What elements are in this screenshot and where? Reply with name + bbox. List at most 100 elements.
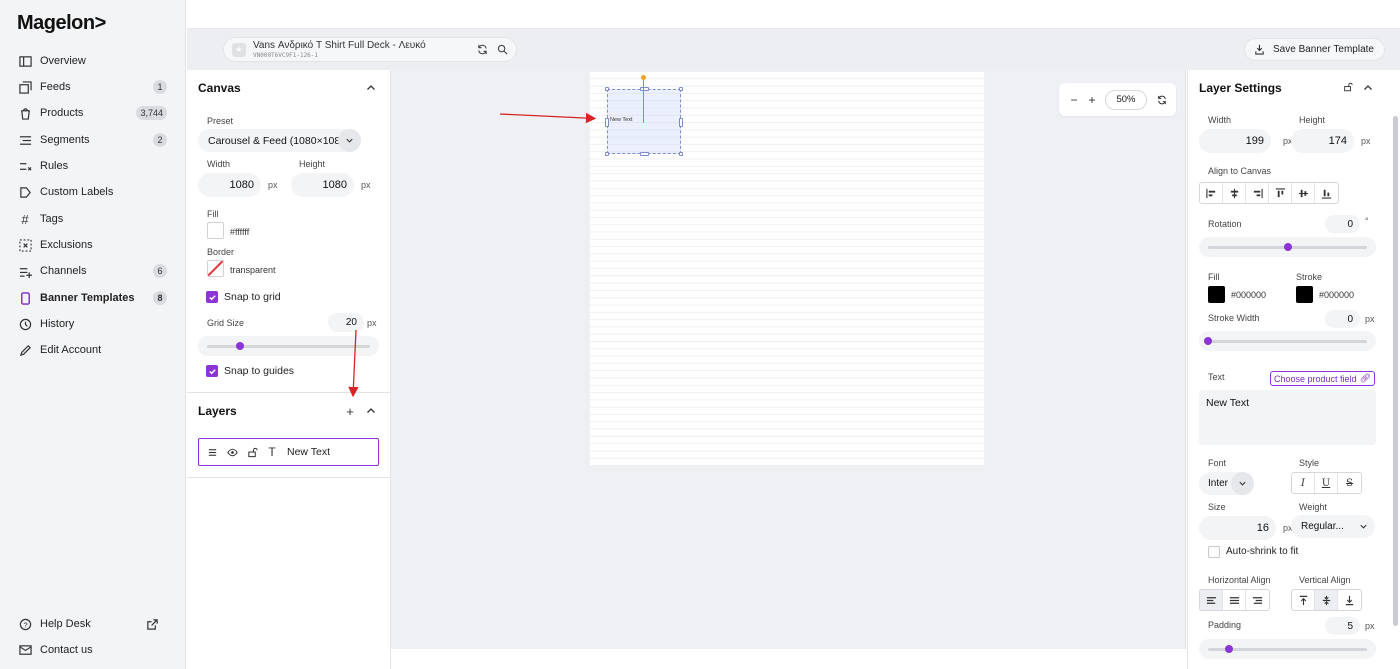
chevron-down-icon (1231, 472, 1254, 495)
reset-zoom-icon[interactable] (1153, 91, 1171, 109)
sidebar-item-tags[interactable]: # Tags (0, 207, 185, 231)
layer-height-input[interactable]: 174 (1291, 129, 1354, 153)
sidebar-item-rules[interactable]: Rules (0, 154, 185, 178)
collapse-chevron-up-icon[interactable] (365, 82, 377, 94)
valign-top-icon[interactable] (1292, 590, 1315, 610)
align-top-icon[interactable] (1269, 183, 1292, 203)
align-right-icon[interactable] (1246, 183, 1269, 203)
stroke-color-swatch[interactable] (1296, 286, 1313, 303)
font-size-input[interactable]: 16 (1199, 516, 1276, 540)
collapse-chevron-up-icon[interactable] (365, 405, 377, 417)
add-layer-plus-icon[interactable]: + (344, 404, 356, 419)
snap-to-guides-checkbox[interactable] (206, 365, 218, 377)
transparent-swatch-icon[interactable] (207, 260, 224, 277)
text-content-textarea[interactable]: New Text (1199, 390, 1376, 445)
align-middle-vertical-icon[interactable] (1292, 183, 1315, 203)
sidebar-item-label: Contact us (40, 644, 93, 656)
auto-shrink-checkbox[interactable] (1208, 546, 1220, 558)
rotation-handle[interactable] (641, 75, 646, 80)
sidebar-item-products[interactable]: Products 3,744 (0, 101, 185, 125)
grid-size-slider[interactable] (198, 336, 379, 356)
snap-to-guides-label: Snap to guides (224, 365, 295, 377)
grid-size-input[interactable]: 20 (328, 313, 364, 332)
layer-width-input[interactable]: 199 (1199, 129, 1271, 153)
font-weight-select[interactable]: Regular... (1291, 515, 1375, 538)
sidebar-item-contact[interactable]: Contact us (0, 638, 185, 662)
save-banner-template-button[interactable]: Save Banner Template (1244, 38, 1385, 61)
sidebar-item-edit-account[interactable]: Edit Account (0, 338, 185, 362)
align-left-icon[interactable] (1200, 183, 1223, 203)
strikethrough-icon[interactable]: S (1338, 473, 1361, 493)
padding-input[interactable]: 5 (1325, 617, 1360, 635)
unit-px: px (361, 180, 371, 190)
banner-artboard[interactable]: New Text (590, 71, 984, 465)
eye-icon[interactable] (225, 445, 239, 459)
resize-handle-e[interactable] (679, 118, 683, 127)
product-title: Vans Ανδρικό T Shirt Full Deck - Λευκό (253, 39, 426, 51)
resize-handle-sw[interactable] (605, 152, 609, 156)
zoom-level-input[interactable]: 50% (1105, 89, 1147, 110)
valign-bottom-icon[interactable] (1338, 590, 1361, 610)
text-align-right-icon[interactable] (1246, 590, 1269, 610)
slider-thumb[interactable] (235, 342, 244, 350)
sidebar-item-channels[interactable]: Channels 6 (0, 259, 185, 283)
sidebar-item-segments[interactable]: Segments 2 (0, 128, 185, 152)
slider-thumb[interactable] (1204, 337, 1212, 345)
rotation-input[interactable]: 0 (1325, 215, 1360, 233)
sidebar-item-history[interactable]: History (0, 312, 185, 336)
resize-handle-w[interactable] (605, 118, 609, 127)
section-divider (187, 477, 390, 478)
resize-handle-se[interactable] (679, 152, 683, 156)
resize-handle-ne[interactable] (679, 87, 683, 91)
snap-to-grid-checkbox[interactable] (206, 291, 218, 303)
panel-scrollbar[interactable] (1393, 116, 1398, 626)
italic-icon[interactable]: I (1292, 473, 1315, 493)
font-select[interactable]: Inter (1199, 472, 1254, 495)
stroke-width-slider[interactable] (1199, 331, 1376, 351)
choose-product-field-button[interactable]: Choose product field 🔗︎ (1270, 371, 1375, 386)
vertical-align-label: Vertical Align (1299, 575, 1351, 585)
unit-px: px (1365, 314, 1375, 324)
valign-middle-icon[interactable] (1315, 590, 1338, 610)
text-align-left-icon[interactable] (1200, 590, 1223, 610)
resize-handle-n[interactable] (640, 87, 649, 91)
resize-handle-s[interactable] (640, 152, 649, 156)
resize-handle-nw[interactable] (605, 87, 609, 91)
fill-color-swatch[interactable] (207, 222, 224, 239)
rotation-slider[interactable] (1199, 237, 1376, 257)
slider-thumb[interactable] (1283, 243, 1292, 251)
fill-color-swatch[interactable] (1208, 286, 1225, 303)
zoom-in-button[interactable]: + (1083, 91, 1101, 109)
sidebar-item-banner-templates[interactable]: Banner Templates 8 (0, 286, 185, 310)
zoom-out-button[interactable]: − (1065, 91, 1083, 109)
sidebar-item-help-desk[interactable]: ? Help Desk (0, 612, 185, 636)
preview-product-selector[interactable]: ★ Vans Ανδρικό T Shirt Full Deck - Λευκό… (223, 37, 517, 62)
text-align-center-icon[interactable] (1223, 590, 1246, 610)
drag-handle-icon[interactable] (205, 445, 219, 459)
unlock-icon[interactable] (1342, 81, 1354, 93)
canvas-workspace[interactable]: New Text − + 50% (391, 70, 1186, 649)
underline-icon[interactable]: U (1315, 473, 1338, 493)
align-bottom-icon[interactable] (1315, 183, 1338, 203)
preset-select[interactable]: Carousel & Feed (1080×1080) (198, 129, 361, 152)
sidebar-item-feeds[interactable]: Feeds 1 (0, 75, 185, 99)
stroke-width-input[interactable]: 0 (1325, 310, 1360, 328)
sidebar-item-custom-labels[interactable]: Custom Labels (0, 180, 185, 204)
count-badge: 1 (153, 80, 167, 94)
canvas-height-input[interactable]: 1080 (291, 173, 354, 197)
slider-thumb[interactable] (1225, 645, 1233, 653)
border-label: Border (207, 247, 235, 257)
save-button-label: Save Banner Template (1273, 44, 1374, 55)
refresh-icon[interactable] (472, 40, 492, 60)
canvas-width-input[interactable]: 1080 (198, 173, 261, 197)
padding-slider[interactable] (1199, 639, 1376, 659)
sidebar-item-overview[interactable]: Overview (0, 49, 185, 73)
app-logo[interactable]: Magelon> (17, 12, 106, 35)
layer-row[interactable]: T New Text (198, 438, 379, 466)
align-center-horizontal-icon[interactable] (1223, 183, 1246, 203)
sidebar-item-exclusions[interactable]: Exclusions (0, 233, 185, 257)
unlock-icon[interactable] (245, 445, 259, 459)
search-icon[interactable] (492, 40, 512, 60)
collapse-chevron-up-icon[interactable] (1362, 82, 1374, 94)
text-layer-selection[interactable]: New Text (605, 87, 683, 156)
